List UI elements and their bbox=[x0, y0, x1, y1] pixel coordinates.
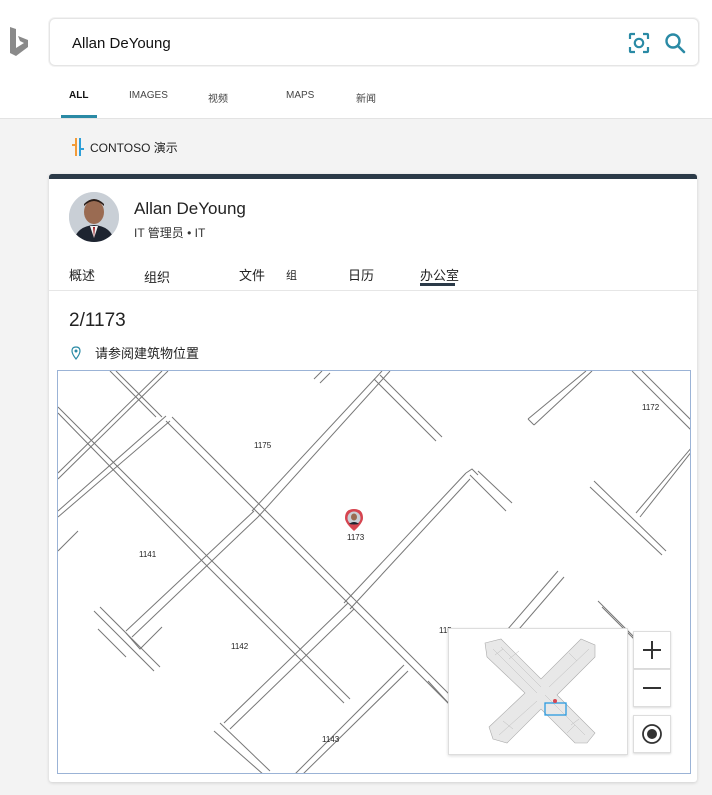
org-name: CONTOSO 演示 bbox=[90, 140, 178, 155]
locate-me-icon bbox=[642, 724, 662, 744]
tab-organization[interactable]: 组织 bbox=[144, 267, 170, 286]
zoom-in-button[interactable] bbox=[633, 631, 671, 669]
tab-videos[interactable]: 视频 bbox=[208, 90, 228, 105]
room-label: 1142 bbox=[231, 642, 249, 651]
person-name[interactable]: Allan DeYoung bbox=[134, 199, 246, 219]
room-label: 1175 bbox=[254, 441, 272, 450]
minimap-floor-plan bbox=[484, 638, 596, 744]
overview-minimap[interactable] bbox=[448, 628, 628, 755]
minimap-marker bbox=[553, 699, 557, 703]
org-header: CONTOSO 演示 bbox=[72, 137, 178, 157]
bing-logo-icon[interactable] bbox=[8, 26, 30, 58]
tab-news[interactable]: 新闻 bbox=[356, 90, 376, 105]
plus-icon bbox=[643, 641, 661, 659]
avatar-photo bbox=[69, 192, 119, 242]
map-marker-icon[interactable] bbox=[344, 508, 364, 532]
header: Allan DeYoung ALL IMAGES 视频 MAPS 新闻 bbox=[0, 0, 712, 119]
active-tab-indicator bbox=[61, 115, 97, 118]
tab-maps[interactable]: MAPS bbox=[286, 90, 314, 101]
location-link-text[interactable]: 请参阅建筑物位置 bbox=[95, 343, 199, 362]
room-label: 1141 bbox=[139, 550, 157, 559]
room-label: 1143 bbox=[322, 735, 340, 744]
person-card: Allan DeYoung IT 管理员 • IT 概述 组织 文件 组 日历 … bbox=[49, 174, 697, 782]
tab-all[interactable]: ALL bbox=[69, 90, 88, 101]
floor-map[interactable]: 1172 1175 1173 1141 1142 1143 115 bbox=[57, 370, 691, 774]
zoom-out-button[interactable] bbox=[633, 669, 671, 707]
tab-calendar[interactable]: 日历 bbox=[348, 265, 374, 284]
room-label: 1173 bbox=[347, 533, 365, 542]
tab-office[interactable]: 办公室 bbox=[420, 265, 459, 284]
locate-me-button[interactable] bbox=[633, 715, 671, 753]
visual-search-icon[interactable] bbox=[628, 32, 650, 54]
tab-groups[interactable]: 组 bbox=[286, 267, 297, 283]
person-title: IT 管理员 • IT bbox=[134, 226, 206, 240]
building-location-link[interactable]: 请参阅建筑物位置 bbox=[71, 343, 199, 362]
office-room-number: 2/1173 bbox=[69, 310, 126, 331]
tab-images[interactable]: IMAGES bbox=[129, 90, 168, 101]
avatar[interactable] bbox=[69, 192, 119, 242]
nav-tabs: ALL IMAGES 视频 MAPS 新闻 bbox=[0, 80, 712, 119]
contoso-logo-icon bbox=[72, 138, 84, 156]
search-box[interactable]: Allan DeYoung bbox=[49, 18, 699, 66]
card-tabs: 概述 组织 文件 组 日历 办公室 bbox=[49, 257, 697, 291]
search-input[interactable]: Allan DeYoung bbox=[72, 35, 171, 52]
location-pin-icon bbox=[71, 345, 81, 360]
active-card-tab-indicator bbox=[420, 283, 455, 286]
room-label: 1172 bbox=[642, 403, 660, 412]
minus-icon bbox=[643, 687, 661, 689]
tab-overview[interactable]: 概述 bbox=[69, 265, 95, 284]
search-icon[interactable] bbox=[664, 32, 686, 54]
tab-files[interactable]: 文件 bbox=[239, 265, 265, 284]
